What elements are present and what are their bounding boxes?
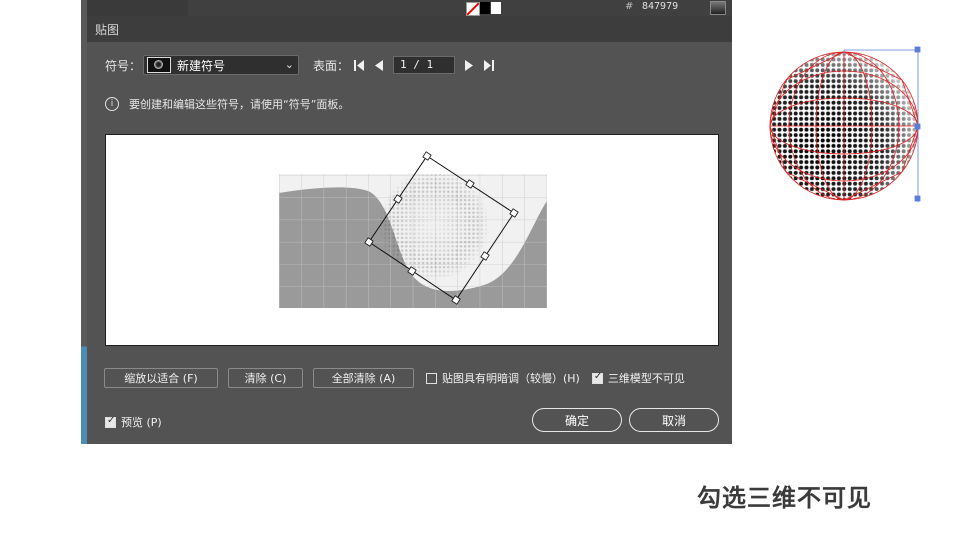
black-swatch[interactable] [480,2,490,14]
white-swatch[interactable] [491,2,501,14]
surface-map-svg [279,151,547,308]
preview-row: 预览 (P) [105,414,174,430]
chevron-down-icon: ⌄ [284,58,295,71]
symbol-dropdown[interactable]: 新建符号 ⌄ [143,55,300,75]
surface-page-field[interactable]: 1 / 1 [393,56,456,74]
surface-preview-canvas[interactable] [105,134,719,346]
action-row: 缩放以适合 (F) 清除 (C) 全部清除 (A) 贴图具有明暗调（较慢）(H)… [104,368,697,388]
color-toolbar: # 847979 [188,0,732,16]
next-surface-button[interactable] [459,55,479,75]
play-left-icon [375,59,384,71]
map-art-dialog: 贴图 符号： 新建符号 ⌄ 表面： 1 / 1 i 要创建和编辑这些符号，请使用… [87,16,732,444]
previous-surface-button[interactable] [369,55,389,75]
surface-label: 表面： [313,58,350,73]
tutorial-caption: 勾选三维不可见 [697,484,872,512]
color-picker-button[interactable] [710,1,726,15]
symbol-selected-value: 新建符号 [177,58,226,73]
symbol-row: 符号： 新建符号 ⌄ 表面： 1 / 1 [105,54,499,76]
cancel-button[interactable]: 取消 [629,408,719,432]
invisible-geometry-checkbox[interactable] [591,371,603,384]
info-text: 要创建和编辑这些符号，请使用“符号”面板。 [129,98,350,111]
clear-button[interactable]: 清除 (C) [228,368,303,388]
first-surface-button[interactable] [349,55,369,75]
fit-button[interactable]: 缩放以适合 (F) [104,368,218,388]
invisible-geometry-label[interactable]: 三维模型不可见 [608,370,685,386]
shade-artwork-checkbox[interactable] [426,372,437,384]
symbol-thumbnail-icon [147,57,172,73]
hex-label: # [625,1,634,12]
last-surface-button[interactable] [479,55,499,75]
skip-last-icon [484,59,495,71]
dialog-titlebar[interactable]: 贴图 [87,16,732,42]
hex-color-value[interactable]: 847979 [642,1,678,12]
dialog-title: 贴图 [95,23,120,37]
skip-first-icon [354,59,365,71]
clear-all-button[interactable]: 全部清除 (A) [313,368,414,388]
ok-button[interactable]: 确定 [532,408,622,432]
preview-checkbox[interactable] [105,415,116,428]
info-row: i 要创建和编辑这些符号，请使用“符号”面板。 [105,96,349,112]
symbol-label: 符号： [105,58,142,73]
halftone-sphere-result [769,46,921,202]
info-icon: i [105,97,119,111]
shade-artwork-label[interactable]: 贴图具有明暗调（较慢）(H) [442,370,580,386]
preview-label[interactable]: 预览 (P) [121,414,162,430]
none-swatch-icon[interactable] [466,2,480,16]
play-right-icon [465,59,474,71]
